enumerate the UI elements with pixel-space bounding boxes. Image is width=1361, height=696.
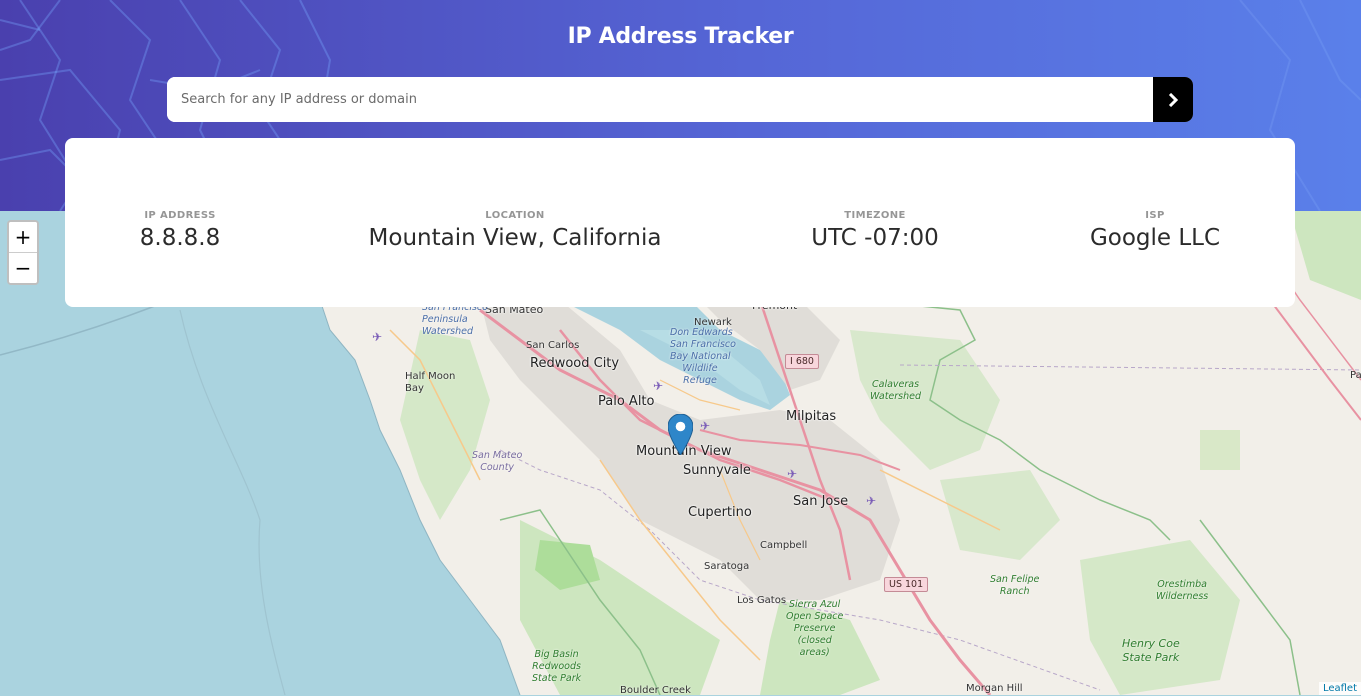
label-san-jose: San Jose [793,494,849,509]
info-value: 8.8.8.8 [139,225,221,251]
info-timezone: TIMEZONE UTC -07:00 [811,210,939,253]
label-sf-peninsula: San Francisco Peninsula Watershed [422,302,488,337]
label-morgan-hill: Morgan Hill [966,683,1023,694]
info-card: IP ADDRESS 8.8.8.8 LOCATION Mountain Vie… [65,138,1295,307]
label-san-mateo-county: San Mateo County [472,450,523,473]
label-saratoga: Saratoga [704,561,750,572]
airport-icon: ✈ [372,330,383,344]
search-submit-button[interactable] [1153,77,1193,122]
label-campbell: Campbell [760,540,808,551]
page-title: IP Address Tracker [567,24,794,49]
label-redwood-city: Redwood City [530,356,620,371]
info-value: Google LLC [1089,225,1221,251]
airport-icon: ✈ [700,419,711,433]
info-label: ISP [1145,210,1165,221]
info-ip-address: IP ADDRESS 8.8.8.8 [140,210,220,253]
label-boulder-creek: Boulder Creek [620,685,691,696]
label-half-moon-bay: Half Moon Bay [405,371,456,394]
label-big-basin: Big Basin Redwoods State Park [532,649,582,684]
label-cupertino: Cupertino [688,505,752,520]
label-palo-alto: Palo Alto [598,394,655,409]
airport-icon: ✈ [653,379,664,393]
map-pin-icon[interactable] [667,413,694,459]
label-edge: Pa [1350,370,1361,381]
label-san-felipe: San Felipe Ranch [990,574,1040,597]
airport-icon: ✈ [866,494,877,508]
map-attribution[interactable]: Leaflet [1318,682,1361,695]
label-calaveras: Calaveras Watershed [870,379,922,402]
info-label: TIMEZONE [844,210,906,221]
label-don-edwards: Don Edwards San Francisco Bay National Wild… [670,327,736,386]
zoom-out-button[interactable]: − [9,253,37,283]
info-location: LOCATION Mountain View, California [369,210,662,253]
search-bar [167,77,1193,122]
search-input[interactable] [167,77,1153,122]
chevron-right-icon [1168,92,1178,107]
label-los-gatos: Los Gatos [737,595,787,606]
zoom-control: + − [7,220,39,285]
info-value: Mountain View, California [368,225,662,251]
label-henry-coe: Henry Coe State Park [1122,637,1180,664]
zoom-in-button[interactable]: + [9,222,37,253]
shield-i680: I 680 [785,354,819,369]
info-label: LOCATION [485,210,545,221]
label-milpitas: Milpitas [786,409,837,424]
label-sierra-azul: Sierra Azul Open Space Preserve (closed area… [786,599,844,658]
info-label: IP ADDRESS [144,210,216,221]
airport-icon: ✈ [787,467,798,481]
info-isp: ISP Google LLC [1090,210,1220,253]
label-sunnyvale: Sunnyvale [683,463,751,478]
shield-us101: US 101 [884,577,929,592]
label-san-carlos: San Carlos [526,340,580,351]
label-orestimba: Orestimba Wilderness [1156,579,1209,602]
info-value: UTC -07:00 [811,225,939,251]
